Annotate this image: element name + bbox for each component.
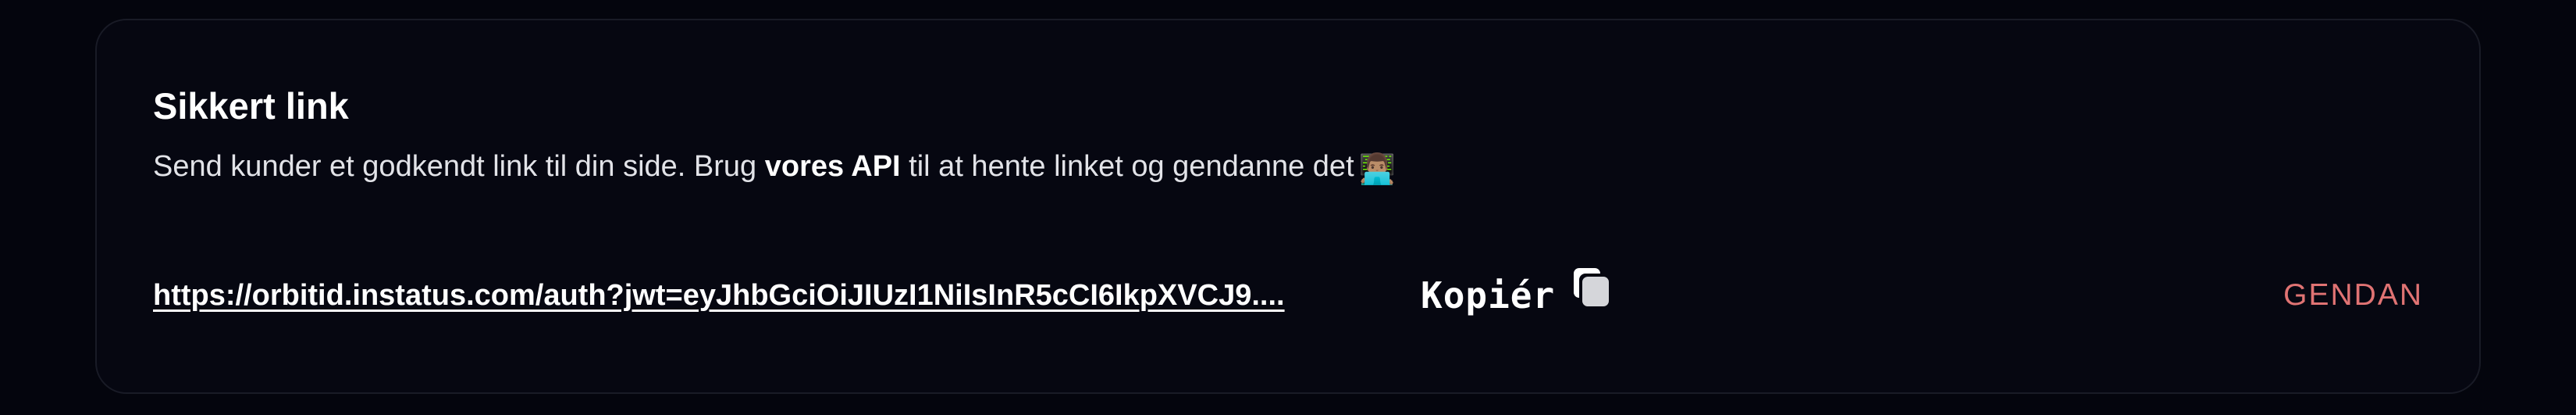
card-description: Send kunder et godkendt link til din sid… [153,147,1396,189]
description-text-start: Send kunder et godkendt link til din sid… [153,150,765,183]
copy-icon [1572,267,1613,310]
secure-link[interactable]: https://orbitid.instatus.com/auth?jwt=ey… [153,277,1285,314]
copy-button-label: Kopiér [1421,274,1556,317]
copy-button[interactable]: Kopiér [1421,267,1613,324]
technologist-emoji: 👨🏽‍💻 [1358,153,1396,186]
secure-link-card: Sikkert link Send kunder et godkendt lin… [95,19,2481,394]
api-link-text: vores API [764,150,901,183]
restore-button[interactable]: GENDAN [2283,277,2423,314]
description-text-end: til at hente linket og gendanne det [900,150,1354,183]
card-title: Sikkert link [153,85,349,127]
link-row: https://orbitid.instatus.com/auth?jwt=ey… [153,267,2423,324]
